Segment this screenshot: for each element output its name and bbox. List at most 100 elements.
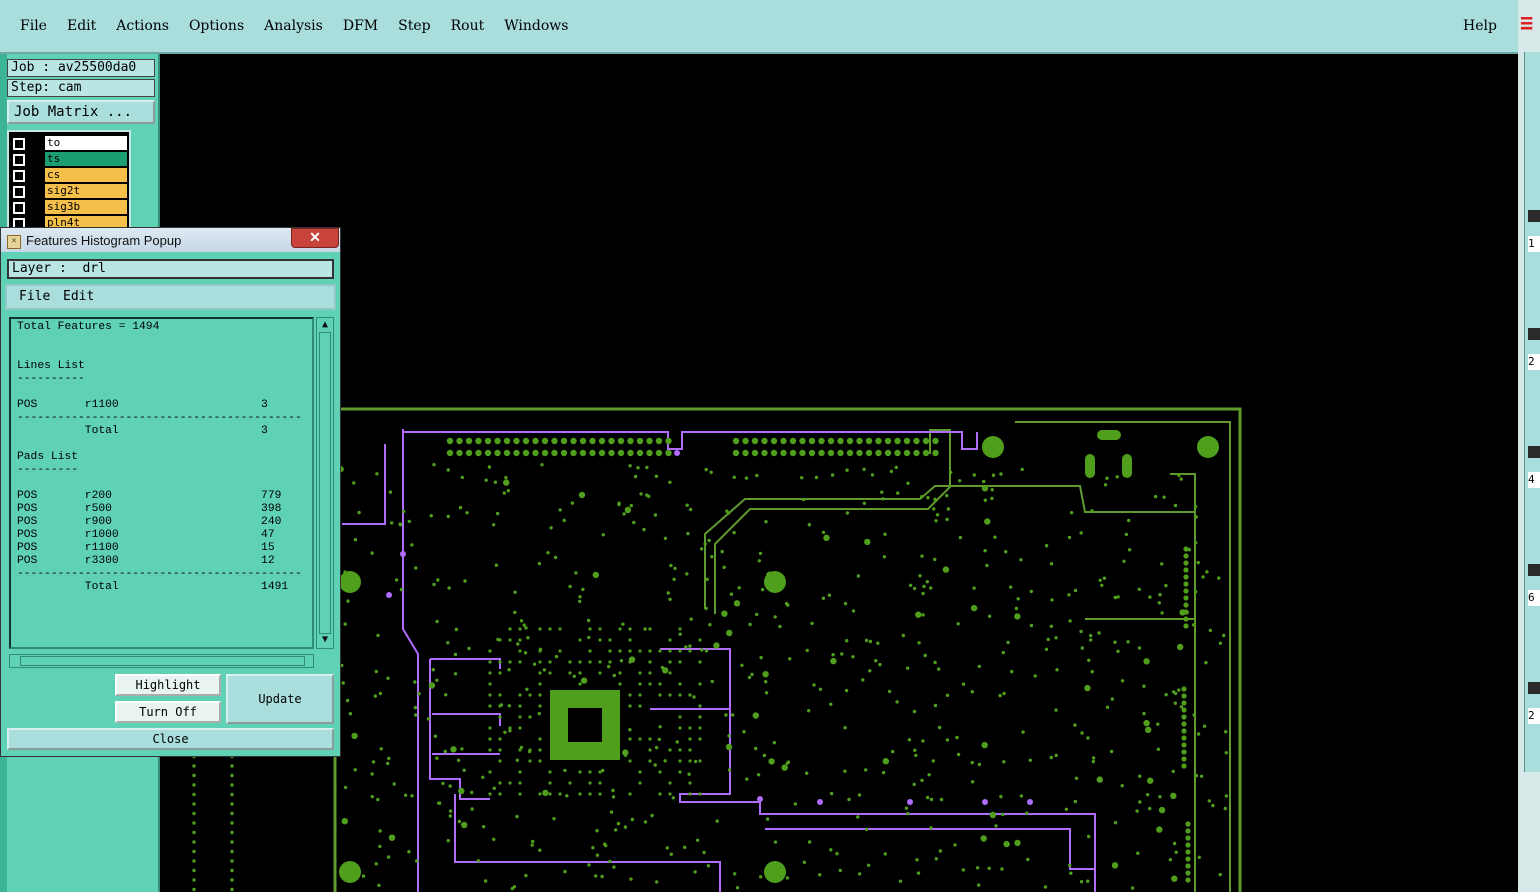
menu-step[interactable]: Step	[388, 18, 440, 34]
via	[866, 863, 871, 867]
via	[345, 698, 350, 703]
layer-checkbox[interactable]	[13, 202, 25, 214]
via	[710, 555, 714, 559]
close-button[interactable]: Close	[7, 728, 334, 750]
connector-pin	[894, 437, 901, 445]
oval-pad	[1122, 454, 1132, 478]
layer-checkbox[interactable]	[13, 186, 25, 198]
bga-ball	[588, 649, 592, 653]
layer-checkbox[interactable]	[13, 170, 25, 182]
bga-ball	[628, 704, 632, 708]
panel-marker-icon[interactable]	[1528, 446, 1540, 458]
layer-row-to[interactable]: to	[9, 136, 129, 150]
via	[1109, 749, 1114, 754]
job-matrix-button[interactable]: Job Matrix ...	[7, 100, 155, 124]
panel-marker-icon[interactable]	[1528, 564, 1540, 576]
rout-path	[402, 429, 419, 892]
panel-marker-icon[interactable]	[1528, 328, 1540, 340]
via	[894, 465, 898, 470]
menu-help[interactable]: Help	[1463, 18, 1497, 34]
via	[553, 555, 558, 560]
via	[1194, 541, 1198, 545]
via	[377, 883, 381, 887]
menu-file[interactable]: File	[10, 18, 57, 34]
connector-pin	[913, 449, 920, 457]
via	[621, 622, 625, 626]
via	[1185, 849, 1191, 855]
connector-pin	[884, 449, 892, 457]
via	[733, 872, 737, 876]
popup-menu-file[interactable]: File	[19, 289, 50, 304]
via	[800, 476, 804, 480]
menu-windows[interactable]: Windows	[494, 18, 578, 34]
via	[983, 549, 987, 553]
via	[1033, 674, 1037, 678]
via	[1192, 713, 1196, 717]
via	[495, 511, 500, 516]
via	[432, 582, 436, 587]
via	[230, 821, 234, 825]
via	[845, 639, 849, 643]
layer-row-ts[interactable]: ts	[9, 152, 129, 166]
via	[1183, 574, 1189, 580]
via	[1067, 535, 1072, 540]
connector-pin	[799, 449, 806, 457]
bga-ball	[638, 649, 642, 653]
update-button[interactable]: Update	[226, 674, 334, 724]
popup-titlebar[interactable]: ✕ Features Histogram Popup ✕	[1, 228, 340, 252]
via	[663, 759, 667, 763]
scroll-down-icon[interactable]: ▼	[319, 634, 331, 646]
connector-pin	[579, 437, 587, 445]
via	[379, 747, 383, 751]
popup-menu-edit[interactable]: Edit	[63, 289, 94, 304]
large-pad	[1197, 436, 1219, 458]
menu-analysis[interactable]: Analysis	[254, 18, 333, 34]
menu-edit[interactable]: Edit	[57, 18, 106, 34]
via	[230, 859, 234, 863]
via	[1162, 495, 1166, 499]
via	[913, 748, 917, 752]
layer-row-cs[interactable]: cs	[9, 168, 129, 182]
pcb-graphics-canvas[interactable]	[160, 54, 1518, 892]
via	[1113, 640, 1117, 644]
menu-actions[interactable]: Actions	[106, 18, 179, 34]
via	[1185, 828, 1191, 834]
via	[1049, 562, 1054, 566]
panel-marker-icon[interactable]	[1528, 210, 1540, 222]
highlight-button[interactable]: Highlight	[115, 674, 221, 696]
via	[1135, 809, 1139, 813]
via	[829, 791, 834, 796]
scroll-up-icon[interactable]: ▲	[319, 319, 331, 331]
histogram-report[interactable]: Total Features = 1494 Lines List -------…	[9, 317, 314, 649]
layer-checkbox[interactable]	[13, 154, 25, 166]
bga-ball	[558, 627, 562, 631]
via	[1127, 548, 1132, 552]
via	[1181, 728, 1187, 734]
via	[1173, 701, 1177, 705]
menu-rout[interactable]: Rout	[441, 18, 495, 34]
layer-row-sig2t[interactable]: sig2t	[9, 184, 129, 198]
menu-dfm[interactable]: DFM	[333, 18, 388, 34]
via	[595, 853, 600, 857]
panel-marker-icon[interactable]	[1528, 682, 1540, 694]
turn-off-button[interactable]: Turn Off	[115, 701, 221, 723]
horizontal-scrollbar[interactable]	[9, 654, 314, 668]
via	[1153, 494, 1158, 499]
via	[390, 521, 394, 525]
via	[1054, 753, 1058, 758]
bga-ball	[508, 781, 512, 785]
vertical-scrollbar[interactable]: ▲ ▼	[316, 317, 334, 649]
bga-ball	[698, 726, 702, 730]
panel-number: 4	[1528, 472, 1540, 488]
bga-ball	[498, 693, 502, 697]
via	[684, 645, 688, 649]
via	[864, 827, 869, 832]
close-icon[interactable]: ✕	[291, 228, 339, 248]
via	[1029, 623, 1034, 628]
bga-ball	[528, 693, 532, 697]
menu-options[interactable]: Options	[179, 18, 254, 34]
bga-ball	[678, 715, 682, 719]
connector-pin	[608, 449, 615, 457]
layer-checkbox[interactable]	[13, 138, 25, 150]
layer-row-sig3b[interactable]: sig3b	[9, 200, 129, 214]
